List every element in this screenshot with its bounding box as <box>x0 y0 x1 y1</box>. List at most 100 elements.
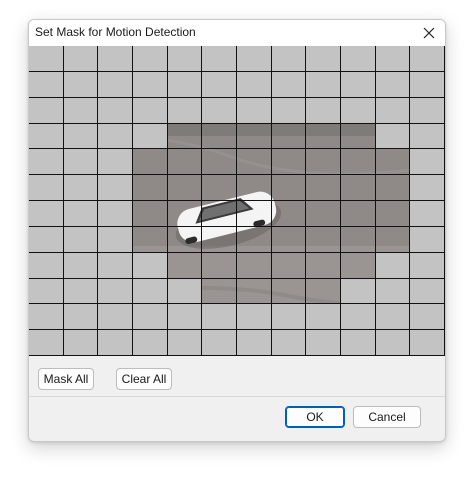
mask-cell[interactable] <box>63 226 99 253</box>
mask-cell[interactable] <box>202 175 237 201</box>
mask-cell[interactable] <box>167 123 203 150</box>
mask-cell[interactable] <box>306 123 341 150</box>
mask-cell[interactable] <box>167 175 203 201</box>
mask-cell[interactable] <box>271 201 307 227</box>
mask-cell[interactable] <box>375 330 411 356</box>
mask-cell[interactable] <box>271 278 307 305</box>
mask-cell[interactable] <box>306 149 341 176</box>
mask-cell[interactable] <box>237 201 272 227</box>
mask-all-button[interactable]: Mask All <box>38 368 94 390</box>
mask-cell[interactable] <box>167 330 203 356</box>
mask-cell[interactable] <box>306 71 341 98</box>
mask-cell[interactable] <box>29 304 64 331</box>
mask-cell[interactable] <box>63 278 99 305</box>
mask-cell[interactable] <box>167 149 203 176</box>
mask-cell[interactable] <box>341 278 376 305</box>
mask-cell[interactable] <box>306 201 341 227</box>
mask-cell[interactable] <box>237 46 272 72</box>
mask-cell[interactable] <box>63 97 99 124</box>
mask-cell[interactable] <box>98 175 133 201</box>
mask-cell[interactable] <box>341 252 376 279</box>
mask-cell[interactable] <box>202 252 237 279</box>
clear-all-button[interactable]: Clear All <box>116 368 172 390</box>
mask-cell[interactable] <box>133 123 168 150</box>
mask-cell[interactable] <box>410 149 445 176</box>
mask-cell[interactable] <box>410 123 445 150</box>
mask-cell[interactable] <box>133 226 168 253</box>
mask-cell[interactable] <box>375 71 411 98</box>
mask-cell[interactable] <box>29 252 64 279</box>
mask-cell[interactable] <box>271 149 307 176</box>
mask-cell[interactable] <box>237 330 272 356</box>
mask-cell[interactable] <box>167 252 203 279</box>
mask-cell[interactable] <box>202 97 237 124</box>
mask-cell[interactable] <box>271 304 307 331</box>
mask-cell[interactable] <box>63 175 99 201</box>
mask-cell[interactable] <box>29 71 64 98</box>
mask-cell[interactable] <box>133 46 168 72</box>
mask-cell[interactable] <box>237 123 272 150</box>
mask-cell[interactable] <box>29 201 64 227</box>
mask-cell[interactable] <box>341 97 376 124</box>
mask-cell[interactable] <box>375 149 411 176</box>
mask-cell[interactable] <box>63 149 99 176</box>
mask-cell[interactable] <box>341 304 376 331</box>
mask-cell[interactable] <box>98 149 133 176</box>
mask-cell[interactable] <box>133 71 168 98</box>
mask-cell[interactable] <box>133 252 168 279</box>
mask-cell[interactable] <box>167 201 203 227</box>
mask-grid-area[interactable] <box>29 46 445 356</box>
mask-cell[interactable] <box>202 304 237 331</box>
mask-cell[interactable] <box>133 97 168 124</box>
mask-cell[interactable] <box>237 278 272 305</box>
mask-cell[interactable] <box>375 278 411 305</box>
mask-cell[interactable] <box>410 330 445 356</box>
mask-cell[interactable] <box>306 252 341 279</box>
mask-cell[interactable] <box>63 123 99 150</box>
mask-cell[interactable] <box>167 304 203 331</box>
mask-cell[interactable] <box>29 330 64 356</box>
mask-cell[interactable] <box>98 201 133 227</box>
mask-cell[interactable] <box>375 46 411 72</box>
mask-cell[interactable] <box>341 71 376 98</box>
mask-cell[interactable] <box>202 149 237 176</box>
mask-cell[interactable] <box>133 278 168 305</box>
mask-cell[interactable] <box>29 123 64 150</box>
mask-cell[interactable] <box>202 46 237 72</box>
mask-cell[interactable] <box>410 97 445 124</box>
mask-cell[interactable] <box>167 46 203 72</box>
mask-cell[interactable] <box>375 175 411 201</box>
mask-cell[interactable] <box>202 71 237 98</box>
mask-cell[interactable] <box>306 226 341 253</box>
mask-cell[interactable] <box>202 330 237 356</box>
mask-cell[interactable] <box>29 149 64 176</box>
mask-cell[interactable] <box>98 46 133 72</box>
mask-cell[interactable] <box>133 201 168 227</box>
mask-cell[interactable] <box>375 201 411 227</box>
mask-cell[interactable] <box>375 226 411 253</box>
mask-cell[interactable] <box>410 46 445 72</box>
mask-cell[interactable] <box>63 252 99 279</box>
cancel-button[interactable]: Cancel <box>353 406 421 428</box>
mask-cell[interactable] <box>306 175 341 201</box>
mask-cell[interactable] <box>98 97 133 124</box>
mask-cell[interactable] <box>271 97 307 124</box>
mask-cell[interactable] <box>167 226 203 253</box>
mask-cell[interactable] <box>167 278 203 305</box>
mask-cell[interactable] <box>98 278 133 305</box>
mask-cell[interactable] <box>410 175 445 201</box>
close-button[interactable] <box>413 20 445 46</box>
mask-cell[interactable] <box>237 149 272 176</box>
mask-cell[interactable] <box>306 46 341 72</box>
mask-cell[interactable] <box>202 226 237 253</box>
mask-cell[interactable] <box>202 278 237 305</box>
mask-cell[interactable] <box>63 304 99 331</box>
mask-cell[interactable] <box>375 304 411 331</box>
mask-cell[interactable] <box>341 149 376 176</box>
mask-cell[interactable] <box>410 71 445 98</box>
mask-cell[interactable] <box>133 330 168 356</box>
mask-cell[interactable] <box>237 226 272 253</box>
mask-cell[interactable] <box>271 46 307 72</box>
mask-cell[interactable] <box>341 201 376 227</box>
mask-cell[interactable] <box>98 71 133 98</box>
